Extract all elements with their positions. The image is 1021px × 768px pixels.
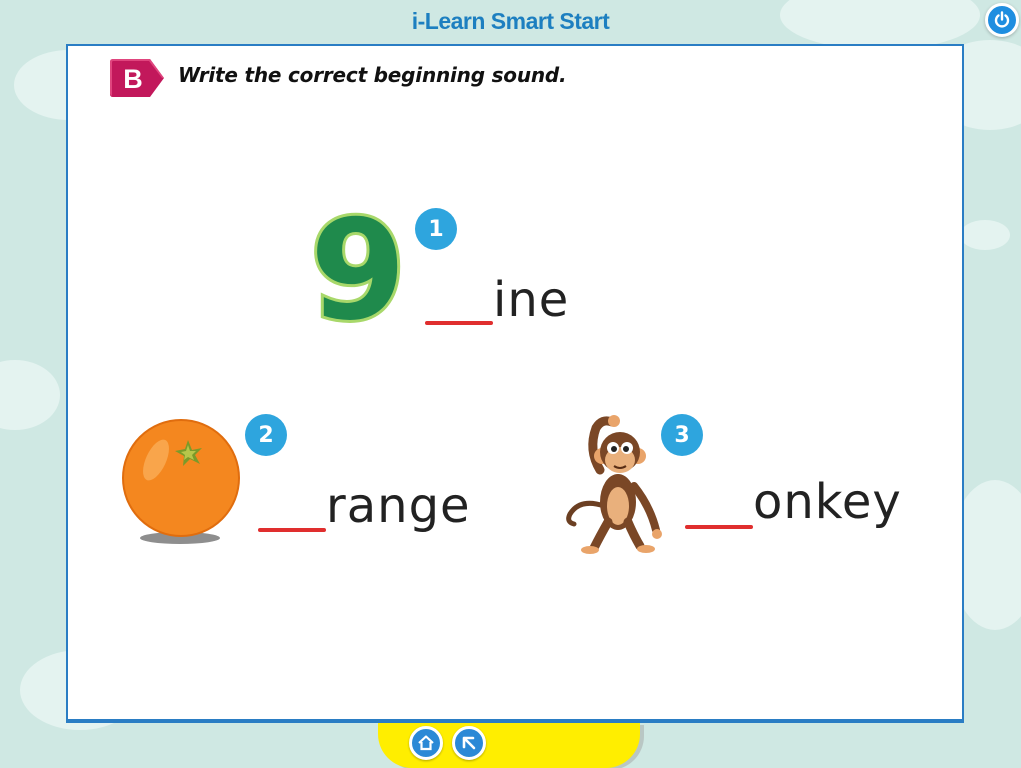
background-cloud <box>960 220 1010 250</box>
item-number-badge: 3 <box>661 414 703 456</box>
item-number-badge: 1 <box>415 208 457 250</box>
word-ending-1: ine <box>493 272 570 328</box>
item-number-badge: 2 <box>245 414 287 456</box>
answer-blank-2[interactable] <box>258 528 326 532</box>
exercise-panel: B Write the correct beginning sound. 9 1… <box>66 44 964 723</box>
word-ending-3: onkey <box>753 474 902 530</box>
instruction-text: Write the correct beginning sound. <box>178 63 567 87</box>
section-letter: B <box>123 64 143 94</box>
answer-blank-1[interactable] <box>425 321 493 325</box>
background-cloud <box>0 360 60 430</box>
orange-image <box>122 419 240 544</box>
word-ending-2: range <box>326 478 471 534</box>
home-icon <box>418 735 434 751</box>
back-button[interactable] <box>452 726 486 760</box>
power-icon <box>994 11 1010 28</box>
power-button[interactable] <box>985 3 1019 37</box>
number-nine-image: 9 <box>312 206 408 328</box>
nine-digit: 9 <box>312 206 406 328</box>
answer-blank-3[interactable] <box>685 525 753 529</box>
back-arrow-icon <box>462 736 476 750</box>
section-badge: B <box>110 59 164 97</box>
home-button[interactable] <box>409 726 443 760</box>
app-title: i-Learn Smart Start <box>411 8 610 34</box>
